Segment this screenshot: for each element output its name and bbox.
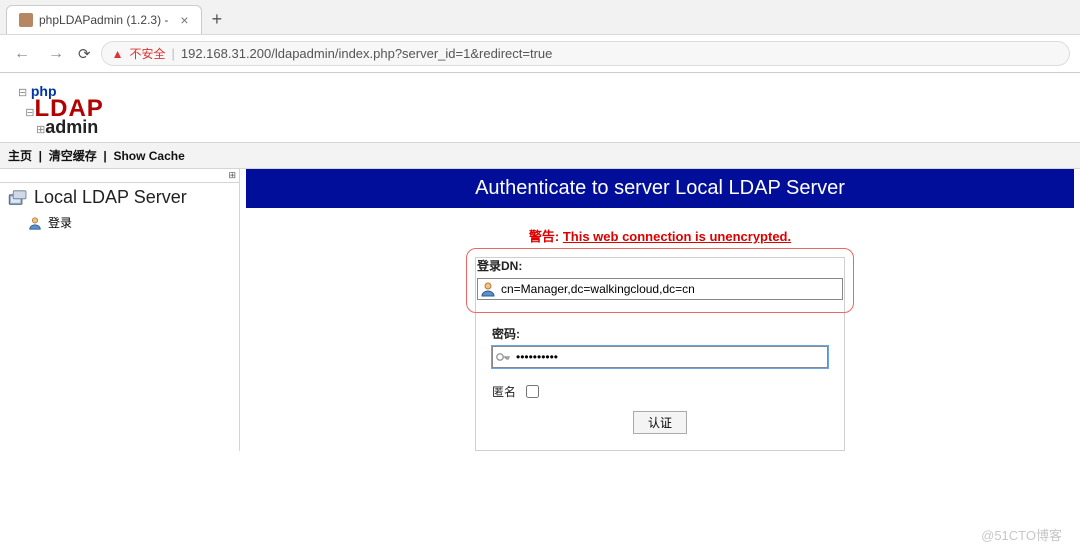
person-icon xyxy=(28,216,42,230)
watermark: @51CTO博客 xyxy=(981,525,1062,544)
url-text: 192.168.31.200/ldapadmin/index.php?serve… xyxy=(181,46,552,61)
toolbar-clear-cache[interactable]: 清空缓存 xyxy=(49,149,97,163)
password-input[interactable] xyxy=(514,348,825,366)
app: ⊟ php ⊟LDAP ⊞admin 主页 | 清空缓存 | Show Cach… xyxy=(0,73,1080,451)
password-input-row[interactable] xyxy=(492,346,828,368)
dn-highlight: 登录DN: xyxy=(466,248,854,313)
address-bar[interactable]: ▲ 不安全 | 192.168.31.200/ldapadmin/index.p… xyxy=(101,41,1070,66)
warning-message: This web connection is unencrypted. xyxy=(563,229,791,244)
app-logo: ⊟ php ⊟LDAP ⊞admin xyxy=(0,77,1080,142)
app-toolbar: 主页 | 清空缓存 | Show Cache xyxy=(0,142,1080,169)
tree-icon: ⊟ xyxy=(18,87,27,99)
separator: | xyxy=(171,46,174,61)
insecure-label: 不安全 xyxy=(129,45,165,62)
browser-chrome: phpLDAPadmin (1.2.3) - × + ← → ⟳ ▲ 不安全 |… xyxy=(0,0,1080,73)
toolbar-show-cache[interactable]: Show Cache xyxy=(113,149,184,163)
sidebar-expand-icon[interactable]: ⊞ xyxy=(0,169,239,183)
warning-prefix: 警告: xyxy=(529,229,559,244)
browser-tab-active[interactable]: phpLDAPadmin (1.2.3) - × xyxy=(6,5,202,34)
tab-close-icon[interactable]: × xyxy=(180,12,188,28)
authenticate-button[interactable]: 认证 xyxy=(633,411,687,434)
anonymous-row: 匿名 xyxy=(492,382,828,401)
anonymous-label: 匿名 xyxy=(492,383,516,400)
login-form: 登录DN: 密码: xyxy=(475,257,845,451)
toolbar-home[interactable]: 主页 xyxy=(8,149,32,163)
submit-row: 认证 xyxy=(492,411,828,434)
anonymous-checkbox[interactable] xyxy=(526,385,539,398)
insecure-warning-icon: ▲ xyxy=(112,47,124,61)
tab-favicon xyxy=(19,13,33,27)
auth-header: Authenticate to server Local LDAP Server xyxy=(246,169,1074,208)
tree-icon: ⊞ xyxy=(36,124,45,136)
body-split: ⊞ Local LDAP Server 登录 Authenticate to s… xyxy=(0,169,1080,451)
sidebar-login[interactable]: 登录 xyxy=(0,212,239,233)
dn-input-row[interactable] xyxy=(477,278,843,300)
password-label: 密码: xyxy=(492,325,828,342)
browser-toolbar: ← → ⟳ ▲ 不安全 | 192.168.31.200/ldapadmin/i… xyxy=(0,34,1080,72)
sidebar: ⊞ Local LDAP Server 登录 xyxy=(0,169,240,451)
dn-label: 登录DN: xyxy=(477,257,843,274)
sidebar-server-name: Local LDAP Server xyxy=(34,187,187,208)
sidebar-server[interactable]: Local LDAP Server xyxy=(0,183,239,212)
logo-admin: admin xyxy=(45,117,98,137)
key-icon xyxy=(495,349,511,365)
tab-title: phpLDAPadmin (1.2.3) - xyxy=(39,13,168,27)
new-tab-button[interactable]: + xyxy=(202,5,233,34)
dn-input[interactable] xyxy=(499,280,840,298)
main: Authenticate to server Local LDAP Server… xyxy=(240,169,1080,451)
browser-tabs: phpLDAPadmin (1.2.3) - × + xyxy=(0,0,1080,34)
sidebar-login-link[interactable]: 登录 xyxy=(48,214,72,231)
server-icon xyxy=(8,190,28,206)
reload-button[interactable]: ⟳ xyxy=(78,45,91,63)
person-icon xyxy=(480,281,496,297)
password-row: 密码: xyxy=(492,325,828,368)
back-button[interactable]: ← xyxy=(10,45,34,63)
forward-button[interactable]: → xyxy=(44,45,68,63)
